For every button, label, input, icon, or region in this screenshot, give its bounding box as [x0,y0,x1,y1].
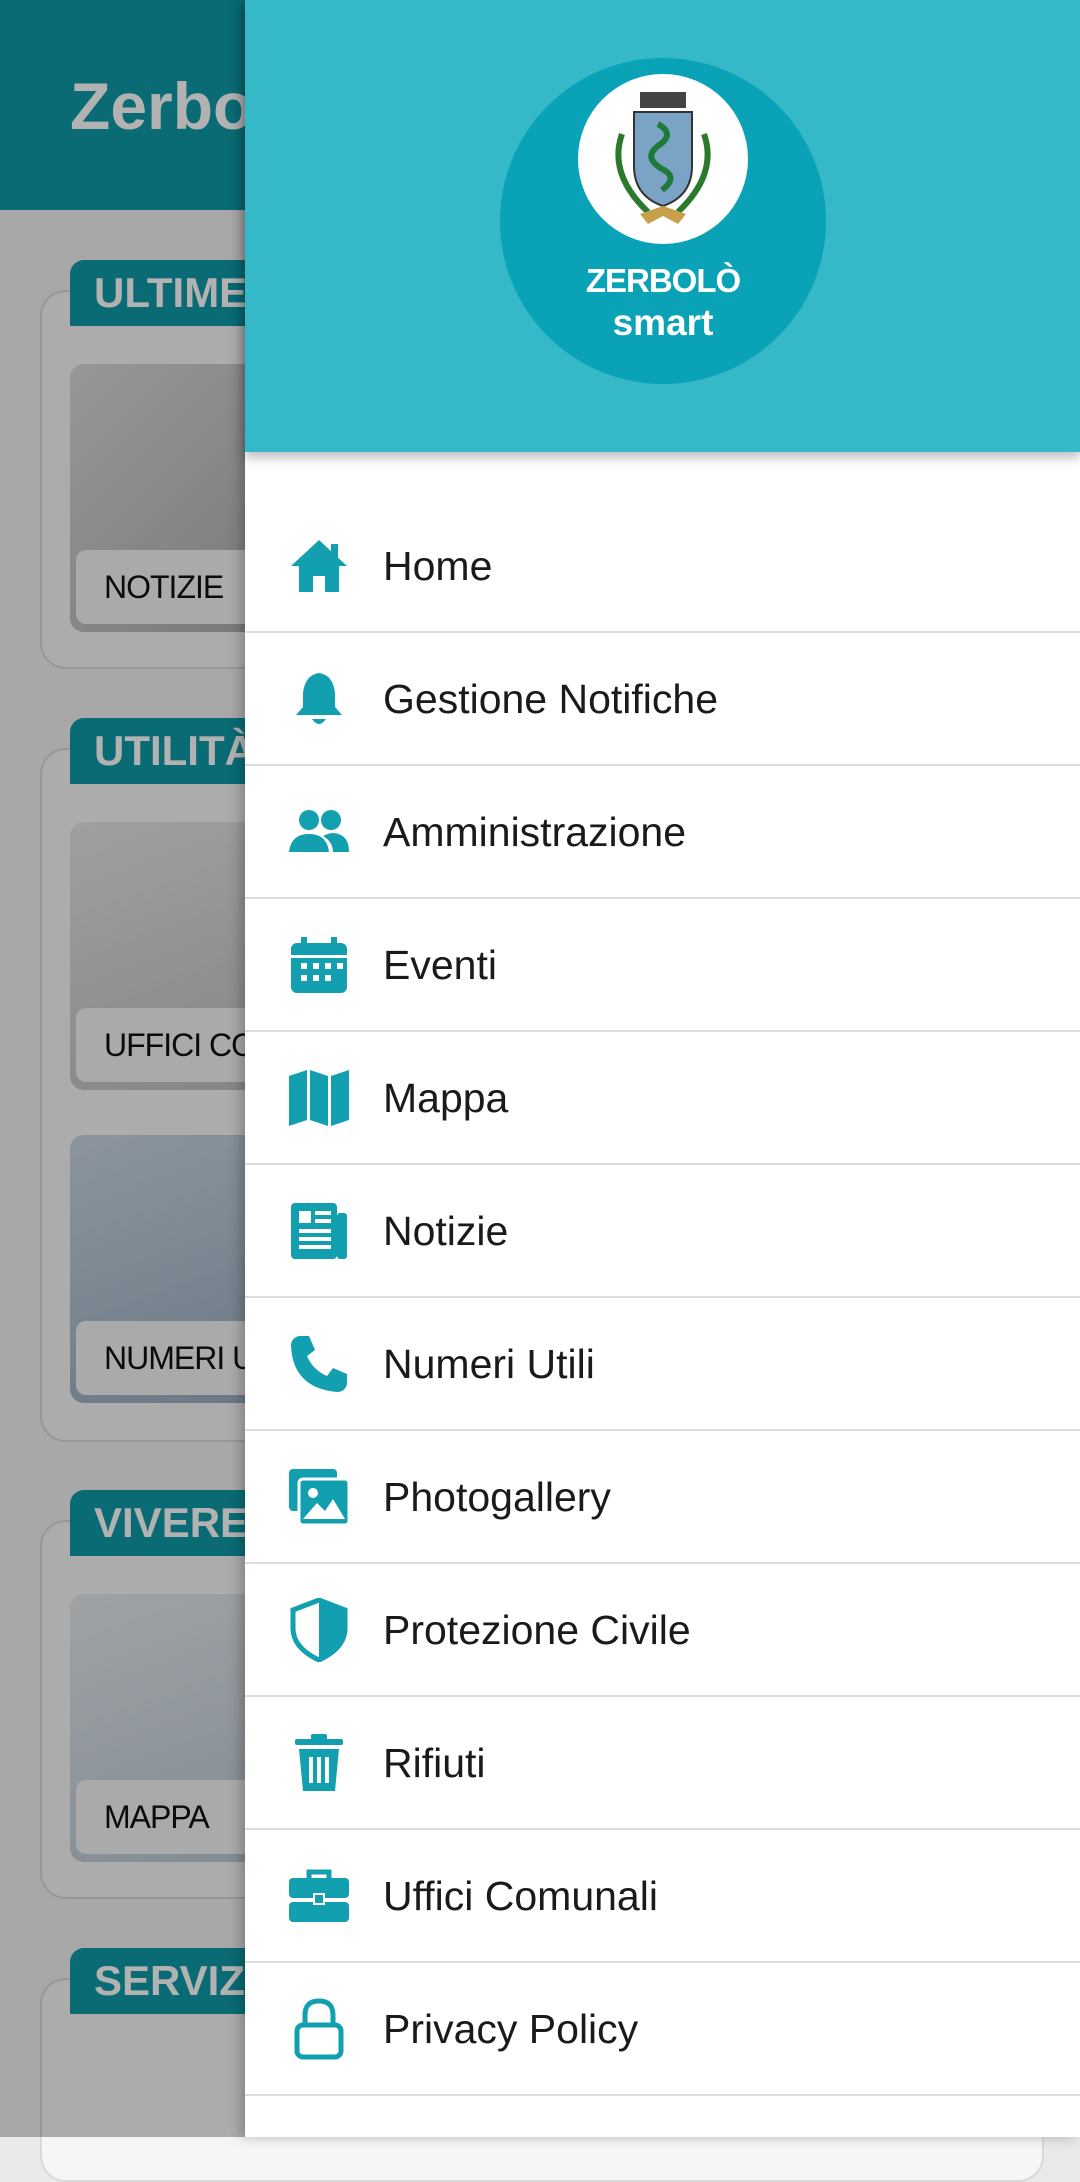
menu-item-label: Mappa [383,1075,509,1121]
menu-item-home[interactable]: Home [245,500,1080,633]
menu-item-label: Uffici Comunali [383,1873,658,1919]
menu-item-offices[interactable]: Uffici Comunali [245,1830,1080,1963]
navigation-drawer: ZERBOLÒ smart Home Gestione Notifiche Am… [245,0,1080,2137]
menu-item-label: Amministrazione [383,809,687,855]
home-icon [287,534,351,598]
menu-item-notifications[interactable]: Gestione Notifiche [245,633,1080,766]
phone-icon [287,1332,351,1396]
lock-icon [287,1997,351,2061]
newspaper-icon [287,1199,351,1263]
map-icon [287,1066,351,1130]
menu-item-events[interactable]: Eventi [245,899,1080,1032]
menu-item-waste[interactable]: Rifiuti [245,1697,1080,1830]
menu-item-label: Home [383,543,493,589]
menu-item-map[interactable]: Mappa [245,1032,1080,1165]
logo-text-smart: smart [612,302,714,343]
trash-icon [287,1731,351,1795]
menu-item-useful-numbers[interactable]: Numeri Utili [245,1298,1080,1431]
menu-item-label: Notizie [383,1208,509,1254]
menu-item-label: Numeri Utili [383,1341,595,1387]
logo-text-town: ZERBOLÒ [585,262,741,299]
menu-item-civil-protection[interactable]: Protezione Civile [245,1564,1080,1697]
bell-icon [287,667,351,731]
menu-item-label: Protezione Civile [383,1607,691,1653]
menu-item-label: Gestione Notifiche [383,676,719,722]
menu-item-news[interactable]: Notizie [245,1165,1080,1298]
drawer-menu: Home Gestione Notifiche Amministrazione … [245,500,1080,2096]
menu-item-administration[interactable]: Amministrazione [245,766,1080,899]
calendar-icon [287,933,351,997]
menu-item-label: Privacy Policy [383,2006,639,2052]
menu-item-label: Photogallery [383,1474,611,1520]
drawer-header: ZERBOLÒ smart [245,0,1080,452]
people-icon [287,800,351,864]
briefcase-icon [287,1864,351,1928]
menu-item-privacy[interactable]: Privacy Policy [245,1963,1080,2096]
menu-item-label: Rifiuti [383,1740,486,1786]
zerbolo-smart-logo: ZERBOLÒ smart [500,58,826,384]
coat-of-arms-icon [578,74,748,244]
shield-icon [287,1598,351,1662]
photos-icon [287,1465,351,1529]
menu-item-label: Eventi [383,942,497,988]
menu-item-photogallery[interactable]: Photogallery [245,1431,1080,1564]
